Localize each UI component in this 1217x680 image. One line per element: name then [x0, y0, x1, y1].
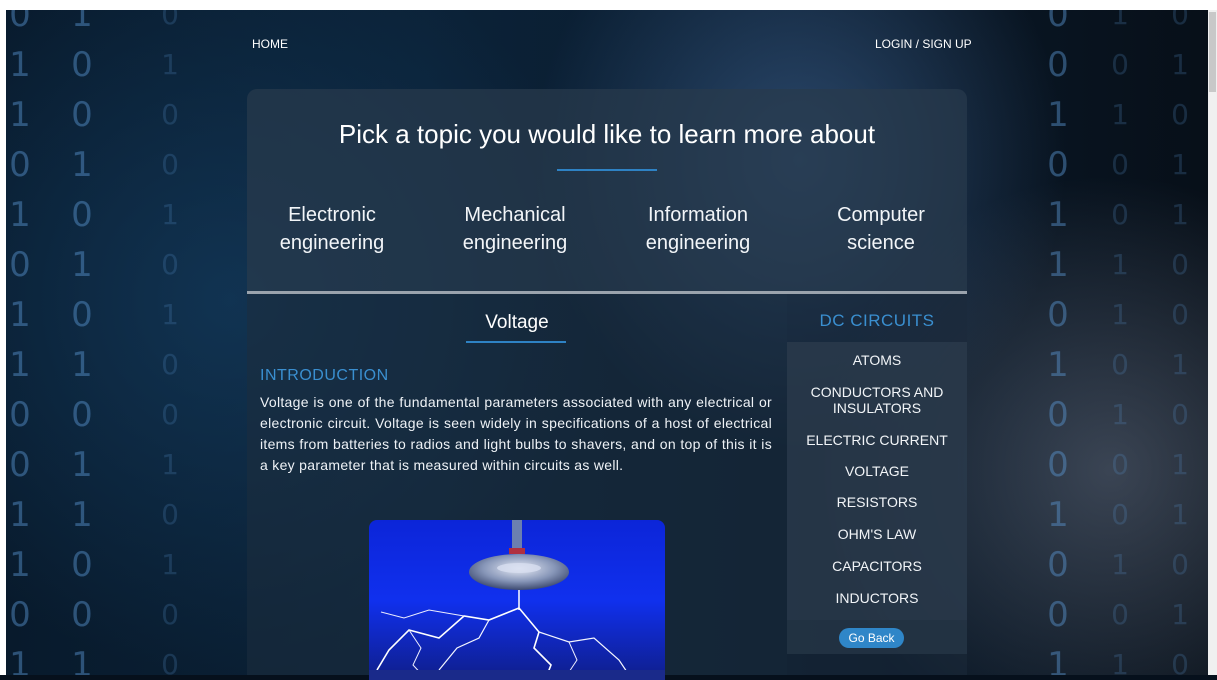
topic-line2: science: [847, 232, 915, 254]
lightning-illustration: [369, 520, 665, 680]
topic-information-engineering[interactable]: Information engineering: [613, 201, 783, 257]
sidebar-item-inductors[interactable]: INDUCTORS: [787, 590, 967, 606]
sidebar-item-voltage[interactable]: VOLTAGE: [787, 463, 967, 479]
sidebar-item-conductors[interactable]: CONDUCTORS AND INSULATORS: [787, 384, 967, 416]
topic-line1: Mechanical: [464, 204, 566, 226]
scrollbar-thumb[interactable]: [1209, 12, 1216, 92]
sidebar: DC CIRCUITS ATOMS CONDUCTORS AND INSULAT…: [787, 294, 967, 675]
topic-line1: Computer: [837, 204, 925, 226]
topic-line2: engineering: [462, 232, 568, 254]
topics-panel: Pick a topic you would like to learn mor…: [247, 89, 967, 292]
sidebar-title: DC CIRCUITS: [819, 311, 935, 330]
topic-line2: engineering: [645, 232, 751, 254]
title-underline: [557, 169, 657, 171]
article-content: Voltage INTRODUCTION Voltage is one of t…: [247, 294, 787, 680]
topic-line2: engineering: [279, 232, 385, 254]
tesla-coil-image: [369, 520, 665, 680]
nav-home-link[interactable]: HOME: [252, 37, 288, 51]
topic-line1: Electronic: [288, 204, 376, 226]
go-back-button[interactable]: Go Back: [839, 628, 904, 648]
nav-login-link[interactable]: LOGIN / SIGN UP: [875, 37, 972, 51]
sidebar-item-ohms-law[interactable]: OHM'S LAW: [787, 526, 967, 542]
window-top-border: [0, 0, 1217, 10]
topic-mechanical-engineering[interactable]: Mechanical engineering: [430, 201, 600, 257]
section-title: INTRODUCTION: [260, 367, 389, 384]
heading-underline: [466, 341, 566, 343]
intro-paragraph: Voltage is one of the fundamental parame…: [260, 394, 772, 473]
topic-electronic-engineering[interactable]: Electronic engineering: [247, 201, 417, 257]
sidebar-item-resistors[interactable]: RESISTORS: [787, 494, 967, 510]
window-left-border: [0, 0, 6, 675]
sidebar-item-electric-current[interactable]: ELECTRIC CURRENT: [787, 432, 967, 448]
scrollbar[interactable]: [1208, 10, 1217, 675]
article-heading: Voltage: [485, 312, 549, 333]
sidebar-item-atoms[interactable]: ATOMS: [787, 352, 967, 368]
sidebar-item-capacitors[interactable]: CAPACITORS: [787, 558, 967, 574]
topic-computer-science[interactable]: Computer science: [796, 201, 966, 257]
topics-title: Pick a topic you would like to learn mor…: [338, 119, 876, 149]
topic-line1: Information: [647, 204, 749, 226]
